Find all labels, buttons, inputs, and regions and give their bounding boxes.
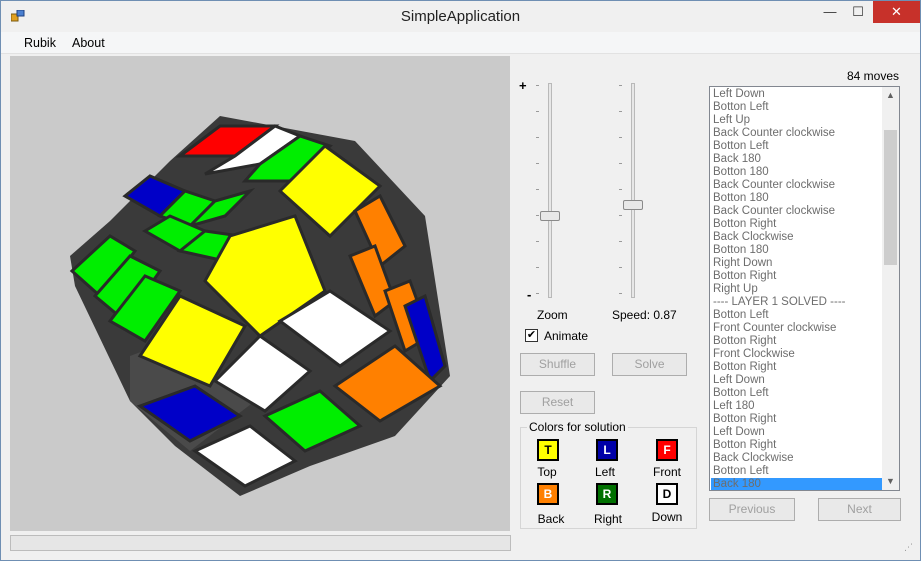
list-item[interactable]: ---- LAYER 1 SOLVED ---- [711,296,883,309]
scroll-up-icon[interactable]: ▲ [882,87,899,104]
color-label-left: Left [594,465,615,479]
zoom-slider[interactable] [530,83,570,305]
color-label-back: Back [537,512,565,526]
color-swatch-left[interactable]: L [596,439,618,461]
zoom-minus-label: - [527,287,532,302]
next-button[interactable]: Next [818,498,901,521]
list-item[interactable]: Front Counter clockwise [711,322,883,335]
moves-list[interactable]: Left Down Botton Left Left Up Back Counter … [709,86,900,491]
list-item[interactable]: Botton Left [711,140,883,153]
list-item[interactable]: Back Counter clockwise [711,127,883,140]
rubik-cube-render[interactable] [10,56,510,531]
list-item[interactable]: Back 180 [711,478,883,490]
list-item[interactable]: Botton 180 [711,192,883,205]
color-label-down: Down [651,510,683,524]
list-item[interactable]: Back 180 [711,153,883,166]
maximize-icon[interactable]: ☐ [844,1,872,23]
resize-grip-icon[interactable]: ⋰ [904,542,914,552]
list-item[interactable]: Left Down [711,426,883,439]
speed-slider-track [631,83,635,298]
speed-slider-thumb[interactable] [623,200,643,210]
progress-bar [10,535,511,551]
list-item[interactable]: Left Down [711,374,883,387]
speed-label: Speed: 0.87 [612,308,677,322]
list-item[interactable]: Botton Right [711,439,883,452]
list-item[interactable]: Botton Right [711,361,883,374]
list-item[interactable]: Left 180 [711,400,883,413]
list-item[interactable]: Botton Right [711,218,883,231]
list-item[interactable]: Botton Left [711,309,883,322]
list-item[interactable]: Botton Left [711,465,883,478]
moves-list-items: Left Down Botton Left Left Up Back Counter … [711,88,883,490]
list-item[interactable]: Back Counter clockwise [711,179,883,192]
previous-button[interactable]: Previous [709,498,795,521]
list-item[interactable]: Left Down [711,88,883,101]
animate-label: Animate [544,329,589,343]
check-icon: ✔ [526,329,537,341]
animate-checkbox[interactable]: ✔ [525,329,538,342]
list-item[interactable]: Back Clockwise [711,452,883,465]
list-item[interactable]: Back Clockwise [711,231,883,244]
window-title: SimpleApplication [400,8,521,25]
list-item[interactable]: Right Down [711,257,883,270]
menu-rubik[interactable]: Rubik [24,36,56,50]
main-window: SimpleApplication — ☐ ✕ Rubik About + - … [0,0,921,561]
speed-slider[interactable] [613,83,653,305]
list-item[interactable]: Front Clockwise [711,348,883,361]
cube-viewport[interactable] [10,56,510,531]
reset-button[interactable]: Reset [520,391,595,414]
minimize-icon[interactable]: — [816,1,844,23]
close-icon[interactable]: ✕ [873,1,920,23]
list-item[interactable]: Botton Right [711,413,883,426]
scroll-down-icon[interactable]: ▼ [882,473,899,490]
list-item[interactable]: Right Up [711,283,883,296]
color-swatch-right[interactable]: R [596,483,618,505]
list-item[interactable]: Botton Right [711,335,883,348]
title-bar: SimpleApplication — ☐ ✕ [1,1,920,32]
list-item[interactable]: Botton Left [711,387,883,400]
zoom-slider-track [548,83,552,298]
zoom-label: Zoom [537,308,568,322]
color-label-right: Right [593,512,622,526]
shuffle-button[interactable]: Shuffle [520,353,595,376]
list-item[interactable]: Left Up [711,114,883,127]
scroll-thumb[interactable] [884,130,897,265]
color-label-front: Front [652,465,681,479]
moves-count: 84 moves [846,69,899,83]
list-item[interactable]: Botton Right [711,270,883,283]
list-item[interactable]: Back Counter clockwise [711,205,883,218]
color-swatch-front[interactable]: F [656,439,678,461]
list-item[interactable]: Botton 180 [711,166,883,179]
color-label-top: Top [537,465,557,479]
zoom-plus-label: + [519,78,527,93]
zoom-slider-thumb[interactable] [540,211,560,221]
list-item[interactable]: Botton 180 [711,244,883,257]
color-swatch-top[interactable]: T [537,439,559,461]
colors-group-title: Colors for solution [527,420,628,434]
color-swatch-down[interactable]: D [656,483,678,505]
status-bar: ⋰ [1,532,920,560]
menu-about[interactable]: About [72,36,105,50]
moves-scrollbar[interactable]: ▲ ▼ [882,87,899,490]
solve-button[interactable]: Solve [612,353,687,376]
menu-bar: Rubik About [1,32,920,54]
list-item[interactable]: Botton Left [711,101,883,114]
color-swatch-back[interactable]: B [537,483,559,505]
